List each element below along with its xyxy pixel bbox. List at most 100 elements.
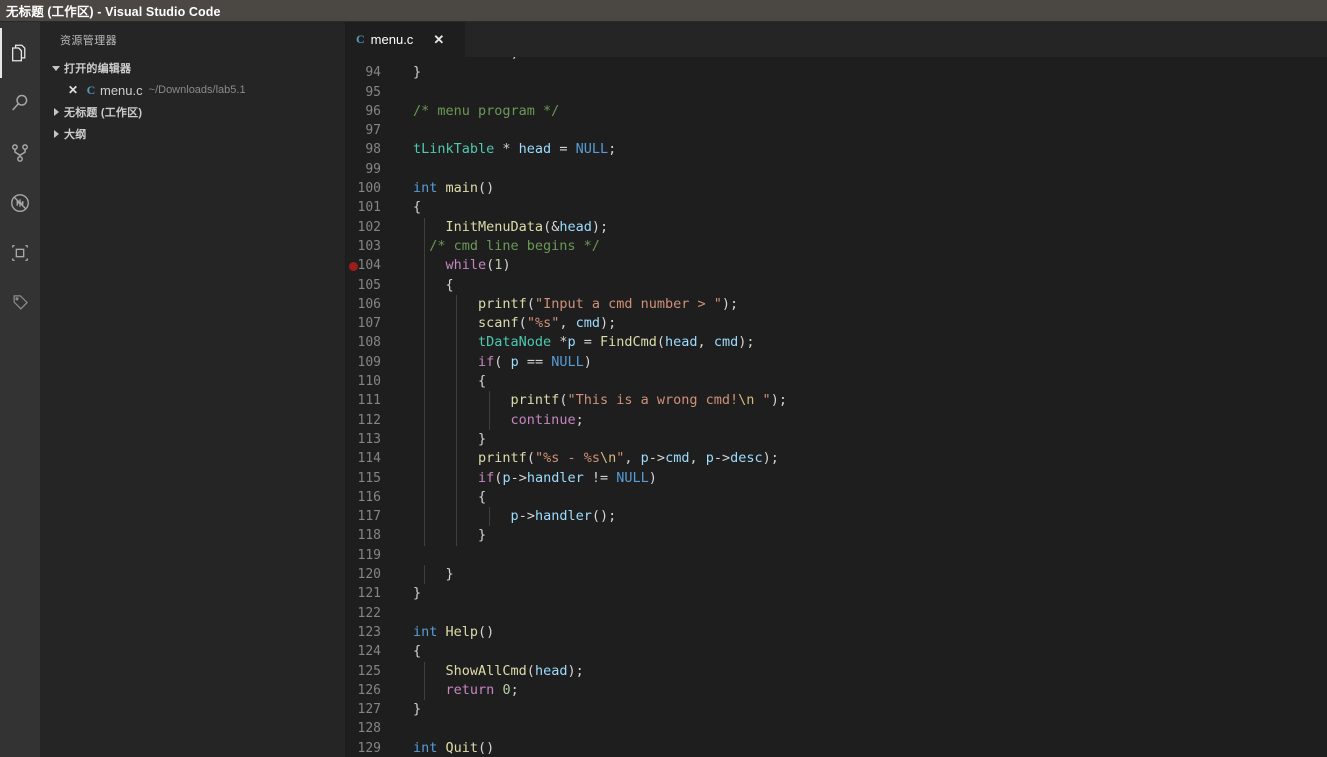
line-number[interactable]: 115: [346, 469, 391, 488]
code-line[interactable]: 107 scanf("%s", cmd);: [346, 314, 1327, 334]
code-text[interactable]: {: [391, 487, 486, 508]
code-text[interactable]: [391, 604, 421, 623]
code-text[interactable]: printf("Input a cmd number > ");: [391, 294, 738, 315]
line-number[interactable]: 128: [346, 719, 391, 738]
code-line[interactable]: 120 }: [346, 565, 1327, 585]
code-text[interactable]: {: [391, 275, 454, 295]
code-line[interactable]: 115 if(p->handler != NULL): [346, 468, 1327, 488]
code-text[interactable]: ShowAllCmd(head);: [391, 661, 584, 681]
code-line[interactable]: 106 printf("Input a cmd number > ");: [346, 294, 1327, 315]
code-line[interactable]: 121}: [346, 584, 1327, 603]
code-line[interactable]: 102 InitMenuData(&head);: [346, 217, 1327, 237]
line-number[interactable]: 94: [346, 63, 391, 82]
code-text[interactable]: p->handler();: [391, 507, 616, 527]
breakpoint-dot[interactable]: [349, 261, 358, 271]
line-number[interactable]: 102: [346, 218, 391, 237]
sidebar-section-outline[interactable]: 大纲: [40, 123, 345, 145]
code-line[interactable]: 97: [346, 121, 1327, 140]
code-line[interactable]: 99: [346, 160, 1327, 179]
code-text[interactable]: scanf("%s", cmd);: [391, 314, 616, 334]
code-line[interactable]: 98 tLinkTable * head = NULL;: [346, 140, 1327, 159]
close-icon[interactable]: ✕: [433, 33, 444, 46]
activity-item-search[interactable]: [0, 78, 40, 128]
line-number[interactable]: 124: [346, 642, 391, 661]
line-number[interactable]: 114: [346, 449, 391, 468]
line-number[interactable]: 116: [346, 488, 391, 507]
activity-item-run-debug[interactable]: [0, 178, 40, 228]
code-text[interactable]: }: [391, 565, 454, 585]
code-line[interactable]: 128: [346, 719, 1327, 738]
line-number[interactable]: 101: [346, 198, 391, 217]
line-number[interactable]: 113: [346, 430, 391, 449]
code-line[interactable]: 108 tDataNode *p = FindCmd(head, cmd);: [346, 333, 1327, 353]
activity-item-tag[interactable]: [0, 278, 40, 328]
code-text[interactable]: while(1): [391, 256, 511, 276]
code-text[interactable]: }: [391, 700, 421, 719]
code-text[interactable]: [391, 546, 421, 565]
line-number[interactable]: 129: [346, 739, 391, 757]
sidebar-section-workspace[interactable]: 无标题 (工作区): [40, 101, 345, 123]
code-text[interactable]: printf("This is a wrong cmd!\n ");: [391, 391, 787, 411]
line-number[interactable]: 96: [346, 102, 391, 121]
code-line[interactable]: 100 int main(): [346, 179, 1327, 198]
code-line[interactable]: 105 {: [346, 275, 1327, 295]
code-text[interactable]: if(p->handler != NULL): [391, 468, 657, 488]
line-number[interactable]: 100: [346, 179, 391, 198]
line-number[interactable]: 99: [346, 160, 391, 179]
code-line[interactable]: 119: [346, 546, 1327, 565]
line-number[interactable]: 125: [346, 662, 391, 681]
code-line[interactable]: 110 {: [346, 372, 1327, 392]
code-text[interactable]: [391, 160, 421, 179]
tab-menu-c[interactable]: C menu.c ✕: [346, 22, 466, 57]
code-line[interactable]: 96 /* menu program */: [346, 102, 1327, 121]
line-number[interactable]: 106: [346, 295, 391, 314]
close-icon[interactable]: ✕: [64, 83, 82, 97]
line-number[interactable]: 105: [346, 276, 391, 295]
code-text[interactable]: {: [391, 642, 421, 661]
code-text[interactable]: InitMenuData(&head);: [391, 217, 608, 237]
code-text[interactable]: int main(): [391, 179, 494, 198]
line-number[interactable]: 97: [346, 121, 391, 140]
code-line[interactable]: 114 printf("%s - %s\n", p->cmd, p->desc)…: [346, 449, 1327, 469]
code-text[interactable]: {: [391, 198, 421, 217]
code-line[interactable]: 111 printf("This is a wrong cmd!\n ");: [346, 391, 1327, 411]
activity-item-extensions[interactable]: [0, 228, 40, 278]
line-number[interactable]: 119: [346, 546, 391, 565]
code-text[interactable]: }: [391, 63, 421, 82]
code-line[interactable]: 104 while(1): [346, 256, 1327, 276]
line-number[interactable]: 103: [346, 237, 391, 256]
line-number[interactable]: 112: [346, 411, 391, 430]
code-editor[interactable]: 93 return 0;94}95 96/* menu program */97…: [346, 57, 1327, 757]
code-text[interactable]: [391, 121, 421, 140]
code-text[interactable]: {: [391, 372, 486, 392]
code-line[interactable]: 112 continue;: [346, 410, 1327, 430]
code-text[interactable]: /* cmd line begins */: [391, 236, 600, 257]
line-number[interactable]: 122: [346, 604, 391, 623]
open-editor-item-menu-c[interactable]: ✕ C menu.c ~/Downloads/lab5.1: [40, 79, 345, 101]
code-line[interactable]: 122: [346, 604, 1327, 623]
code-line[interactable]: 125 ShowAllCmd(head);: [346, 661, 1327, 681]
line-number[interactable]: 98: [346, 140, 391, 159]
line-number[interactable]: 120: [346, 565, 391, 584]
code-text[interactable]: }: [391, 429, 486, 450]
code-text[interactable]: }: [391, 584, 421, 603]
code-line[interactable]: 124 {: [346, 642, 1327, 661]
code-line[interactable]: 109 if( p == NULL): [346, 352, 1327, 373]
code-text[interactable]: printf("%s - %s\n", p->cmd, p->desc);: [391, 449, 779, 469]
line-number[interactable]: 110: [346, 372, 391, 391]
code-line[interactable]: 94}: [346, 63, 1327, 82]
activity-item-explorer[interactable]: [0, 28, 40, 78]
code-line[interactable]: 126 return 0;: [346, 680, 1327, 701]
line-number[interactable]: 104: [346, 256, 391, 275]
code-line[interactable]: 118 }: [346, 526, 1327, 546]
line-number[interactable]: 109: [346, 353, 391, 372]
line-number[interactable]: 126: [346, 681, 391, 700]
code-text[interactable]: return 0;: [391, 680, 519, 701]
line-number[interactable]: 117: [346, 507, 391, 526]
line-number[interactable]: 118: [346, 526, 391, 545]
code-text[interactable]: tDataNode *p = FindCmd(head, cmd);: [391, 333, 754, 353]
line-number[interactable]: 127: [346, 700, 391, 719]
code-text[interactable]: [391, 83, 421, 102]
code-line[interactable]: 127}: [346, 700, 1327, 719]
sidebar-section-open-editors[interactable]: 打开的编辑器: [40, 57, 345, 79]
